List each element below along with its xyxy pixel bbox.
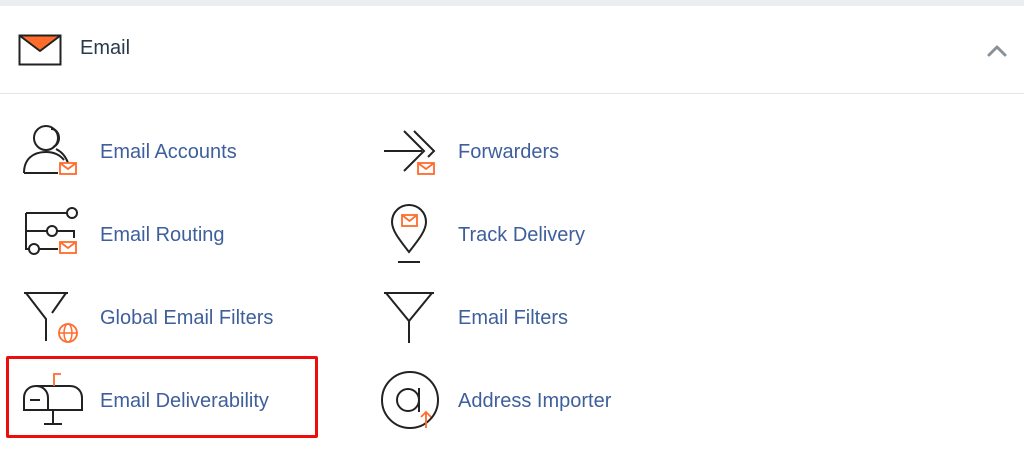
email-filters-link[interactable]: Email Filters: [378, 283, 598, 353]
email-accounts-label: Email Accounts: [100, 141, 237, 163]
global-email-filters-label: Global Email Filters: [100, 307, 274, 329]
forwarders-label: Forwarders: [458, 141, 560, 163]
filter-icon: [384, 292, 434, 343]
address-importer-label: Address Importer: [458, 390, 612, 412]
chevron-up-icon[interactable]: [982, 36, 1012, 64]
email-deliverability-label: Email Deliverability: [100, 390, 269, 412]
global-email-filters-link[interactable]: Global Email Filters: [18, 283, 308, 353]
email-section-header[interactable]: Email: [0, 6, 1024, 94]
forwarders-link[interactable]: Forwarders: [378, 117, 578, 187]
at-sign-icon: [381, 371, 439, 429]
email-filters-label: Email Filters: [458, 307, 569, 329]
address-importer-link[interactable]: Address Importer: [378, 366, 638, 436]
location-pin-icon: [390, 203, 428, 263]
track-delivery-label: Track Delivery: [458, 224, 586, 246]
email-accounts-link[interactable]: Email Accounts: [18, 117, 278, 187]
track-delivery-link[interactable]: Track Delivery: [378, 200, 618, 270]
email-deliverability-link[interactable]: Email Deliverability: [18, 366, 308, 436]
forward-arrow-icon: [384, 130, 436, 175]
section-title: Email: [80, 37, 131, 59]
user-mail-icon: [23, 125, 77, 175]
email-routing-label: Email Routing: [100, 224, 225, 246]
mailbox-icon: [23, 373, 83, 425]
email-section-page: Email Email Accounts Forwarders Email Ro…: [0, 0, 1024, 453]
envelope-icon: [18, 34, 62, 66]
routing-icon: [25, 207, 78, 255]
email-routing-link[interactable]: Email Routing: [18, 200, 258, 270]
globe-filter-icon: [24, 292, 78, 343]
